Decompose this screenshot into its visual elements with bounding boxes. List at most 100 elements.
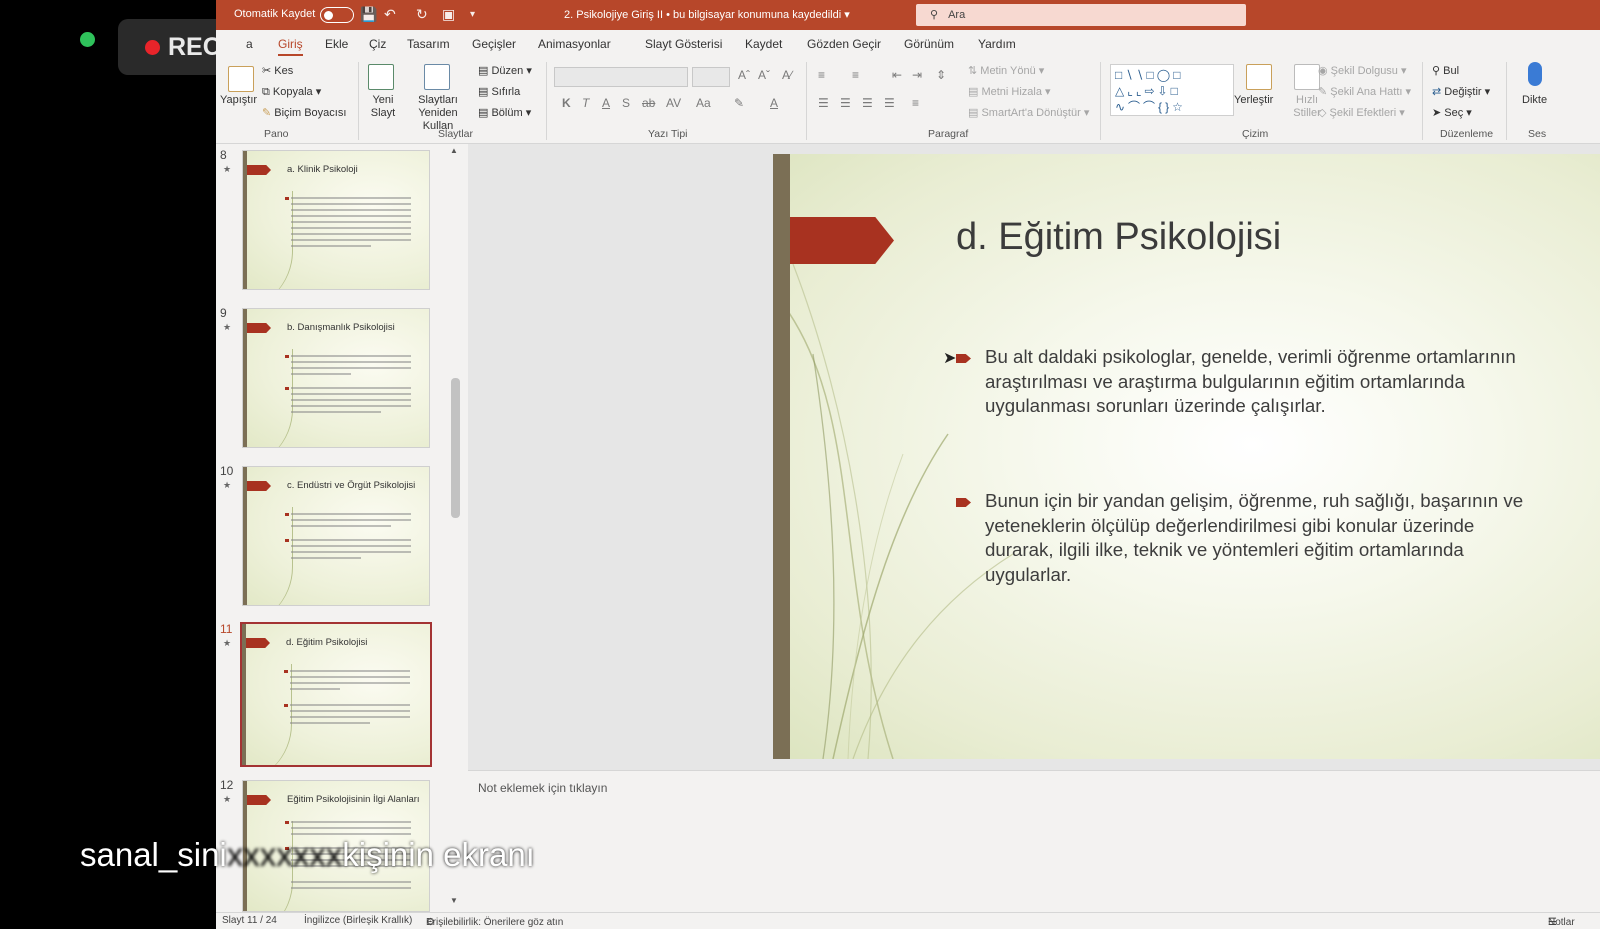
thumbnail-text-line	[290, 682, 410, 684]
thumbnail-text-line	[291, 881, 411, 883]
strikethrough-icon[interactable]: ab	[642, 96, 655, 110]
tab-home[interactable]: Giriş	[278, 37, 303, 56]
section-button[interactable]: ▤ Bölüm ▾	[478, 106, 531, 119]
search-box[interactable]: ⚲ Ara	[916, 4, 1246, 26]
align-text-button[interactable]: ▤ Metni Hizala ▾	[968, 85, 1051, 98]
tab-help[interactable]: Yardım	[978, 37, 1016, 51]
thumbnail-text-line	[291, 821, 411, 823]
slide-title[interactable]: d. Eğitim Psikolojisi	[956, 216, 1281, 259]
tab-review[interactable]: Gözden Geçir	[807, 37, 881, 51]
align-center-icon[interactable]: ☰	[840, 96, 851, 110]
slide-bullet-text[interactable]: Bunun için bir yandan gelişim, öğrenme, …	[985, 489, 1545, 587]
tab-view[interactable]: Görünüm	[904, 37, 954, 51]
arrange-icon[interactable]	[1246, 64, 1272, 90]
tab-insert[interactable]: Ekle	[325, 37, 348, 51]
justify-icon[interactable]: ☰	[884, 96, 895, 110]
slide-thumbnail-selected[interactable]: d. Eğitim Psikolojisi	[240, 622, 432, 767]
italic-button[interactable]: T	[582, 96, 589, 110]
new-slide-button[interactable]: Yeni Slayt	[368, 94, 398, 120]
thumbnail-arrow-icon	[246, 638, 270, 648]
tab-animations[interactable]: Animasyonlar	[538, 37, 611, 51]
paint-bucket-icon: ◉	[1318, 65, 1328, 77]
bold-button[interactable]: K	[562, 96, 571, 110]
slide-thumbnail[interactable]: c. Endüstri ve Örgüt Psikolojisi	[242, 466, 430, 606]
paste-icon[interactable]	[228, 66, 254, 92]
save-icon[interactable]: 💾	[360, 6, 377, 23]
undo-icon[interactable]: ↶	[384, 6, 396, 23]
editing-group-label: Düzenleme	[1440, 128, 1494, 140]
font-color-icon[interactable]: A	[770, 96, 778, 110]
thumbnail-text-line	[291, 545, 411, 547]
shapes-gallery[interactable]: □∖∖□◯□ △⌞⌞⇨⇩□ ∿⌒⌒{}☆	[1110, 64, 1234, 116]
notes-pane[interactable]: Not eklemek için tıklayın	[468, 770, 1600, 912]
shape-outline-button[interactable]: ✎ Şekil Ana Hattı ▾	[1318, 85, 1411, 98]
slide-bullet-text[interactable]: Bu alt daldaki psikologlar, genelde, ver…	[985, 345, 1545, 419]
layout-button[interactable]: ▤ Düzen ▾	[478, 64, 532, 77]
grow-font-icon[interactable]: Aˆ	[738, 68, 750, 82]
text-direction-button[interactable]: ⇅ Metin Yönü ▾	[968, 64, 1044, 77]
cut-button[interactable]: ✂ Kes	[262, 64, 293, 77]
shape-fill-button[interactable]: ◉ Şekil Dolgusu ▾	[1318, 64, 1407, 77]
line-spacing-icon[interactable]: ⇕	[936, 68, 946, 82]
reuse-slides-icon[interactable]	[424, 64, 450, 90]
replace-button[interactable]: ⇄ Değiştir ▾	[1432, 85, 1490, 98]
scroll-down-icon[interactable]: ▼	[450, 896, 458, 905]
autosave-toggle[interactable]	[320, 7, 354, 23]
paste-button[interactable]: Yapıştır	[220, 94, 257, 106]
font-size-combo[interactable]	[692, 67, 730, 87]
thumbnail-text-line	[291, 405, 411, 407]
smartart-button[interactable]: ▤ SmartArt'a Dönüştür ▾	[968, 106, 1089, 119]
scrollbar-thumb[interactable]	[451, 378, 460, 518]
tab-record[interactable]: Kaydet	[745, 37, 782, 51]
slide-thumbnail[interactable]: a. Klinik Psikoloji	[242, 150, 430, 290]
numbering-icon[interactable]: ≡	[852, 68, 859, 82]
bullets-icon[interactable]: ≡	[818, 68, 825, 82]
present-icon[interactable]: ▣	[442, 6, 455, 23]
slide-accent-bar	[773, 154, 790, 759]
change-case-button[interactable]: Aa	[696, 96, 711, 110]
document-title[interactable]: 2. Psikolojiye Giriş II • bu bilgisayar …	[564, 8, 850, 21]
tab-file-partial[interactable]: a	[246, 37, 253, 51]
align-right-icon[interactable]: ☰	[862, 96, 873, 110]
tab-draw[interactable]: Çiz	[369, 37, 386, 51]
increase-indent-icon[interactable]: ⇥	[912, 68, 922, 82]
language-indicator[interactable]: İngilizce (Birleşik Krallık)	[304, 915, 412, 926]
thumbnail-scrollbar[interactable]: ▲ ▼	[448, 144, 462, 912]
font-name-combo[interactable]	[554, 67, 688, 87]
arrange-button[interactable]: Yerleştir	[1234, 94, 1273, 106]
redo-icon[interactable]: ↻	[416, 6, 428, 23]
dictate-button[interactable]: Dikte	[1522, 94, 1547, 106]
microphone-icon[interactable]	[1528, 62, 1542, 86]
copy-button[interactable]: ⧉ Kopyala ▾	[262, 85, 321, 99]
clear-formatting-icon[interactable]: A∕	[782, 68, 792, 82]
decrease-indent-icon[interactable]: ⇤	[892, 68, 902, 82]
reset-button[interactable]: ▤ Sıfırla	[478, 85, 520, 98]
thumbnail-number: 12	[220, 778, 234, 792]
find-button[interactable]: ⚲ Bul	[1432, 64, 1459, 77]
shape-effects-button[interactable]: ◇ Şekil Efektleri ▾	[1318, 106, 1405, 119]
customize-toolbar-icon[interactable]: ▾	[470, 9, 475, 20]
shadow-button[interactable]: S	[622, 96, 630, 110]
shrink-font-icon[interactable]: Aˇ	[758, 68, 770, 82]
underline-button[interactable]: A	[602, 96, 610, 110]
columns-icon[interactable]: ≡	[912, 96, 919, 110]
current-slide[interactable]: d. Eğitim Psikolojisi Bu alt daldaki psi…	[773, 154, 1600, 759]
caption-right-text: kişinin ekranı	[342, 836, 535, 873]
accessibility-label: Erişilebilirlik: Önerilere göz atın	[426, 917, 564, 928]
slide-thumbnail[interactable]: b. Danışmanlık Psikolojisi	[242, 308, 430, 448]
format-painter-button[interactable]: ✎ Biçim Boyacısı	[262, 106, 346, 119]
tab-design[interactable]: Tasarım	[407, 37, 450, 51]
thumbnail-text-line	[290, 670, 410, 672]
scroll-up-icon[interactable]: ▲	[450, 146, 458, 155]
tab-slideshow[interactable]: Slayt Gösterisi	[645, 37, 722, 51]
select-button[interactable]: ➤ Seç ▾	[1432, 106, 1472, 119]
quick-styles-icon[interactable]	[1294, 64, 1320, 90]
tab-transitions[interactable]: Geçişler	[472, 37, 516, 51]
shape-fill-label: Şekil Dolgusu	[1330, 65, 1398, 77]
shape-effects-label: Şekil Efektleri	[1329, 107, 1397, 119]
align-left-icon[interactable]: ☰	[818, 96, 829, 110]
new-slide-icon[interactable]	[368, 64, 394, 90]
highlight-icon[interactable]: ✎	[734, 96, 744, 110]
brush-icon: ✎	[262, 107, 272, 119]
char-spacing-icon[interactable]: AV	[666, 96, 681, 110]
